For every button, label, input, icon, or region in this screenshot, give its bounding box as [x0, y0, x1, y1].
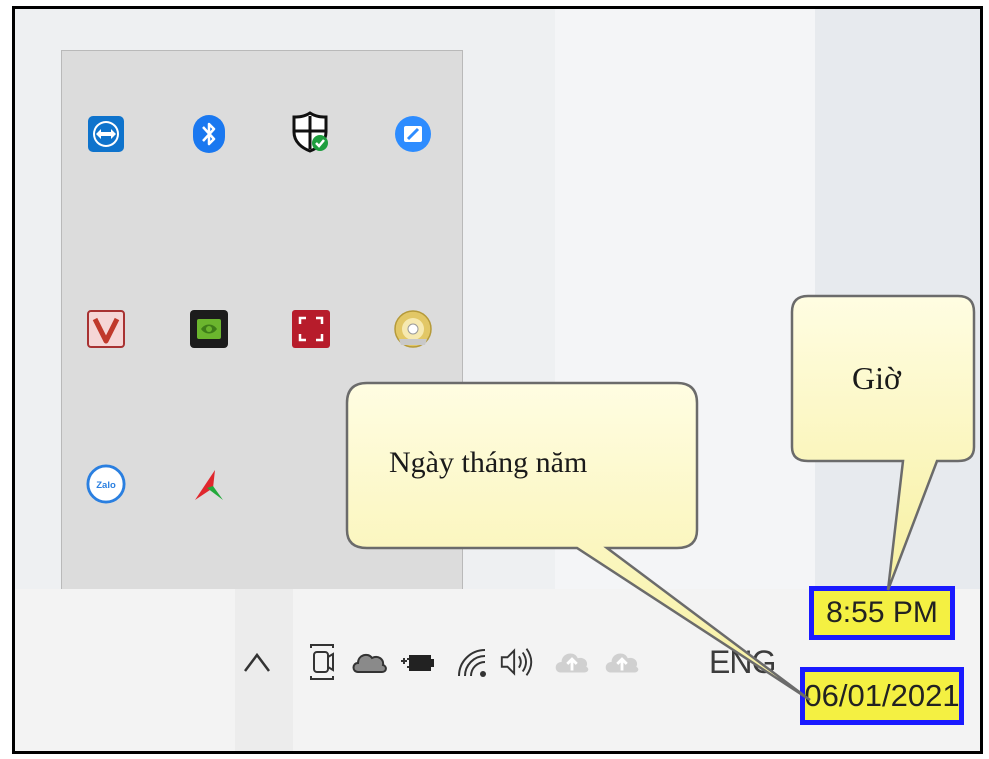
- date-callout: [345, 381, 811, 702]
- time-callout: [790, 294, 976, 591]
- date-callout-label: Ngày tháng năm: [389, 446, 588, 479]
- callout-overlay: [345, 294, 976, 702]
- time-callout-label: Giờ: [852, 360, 901, 396]
